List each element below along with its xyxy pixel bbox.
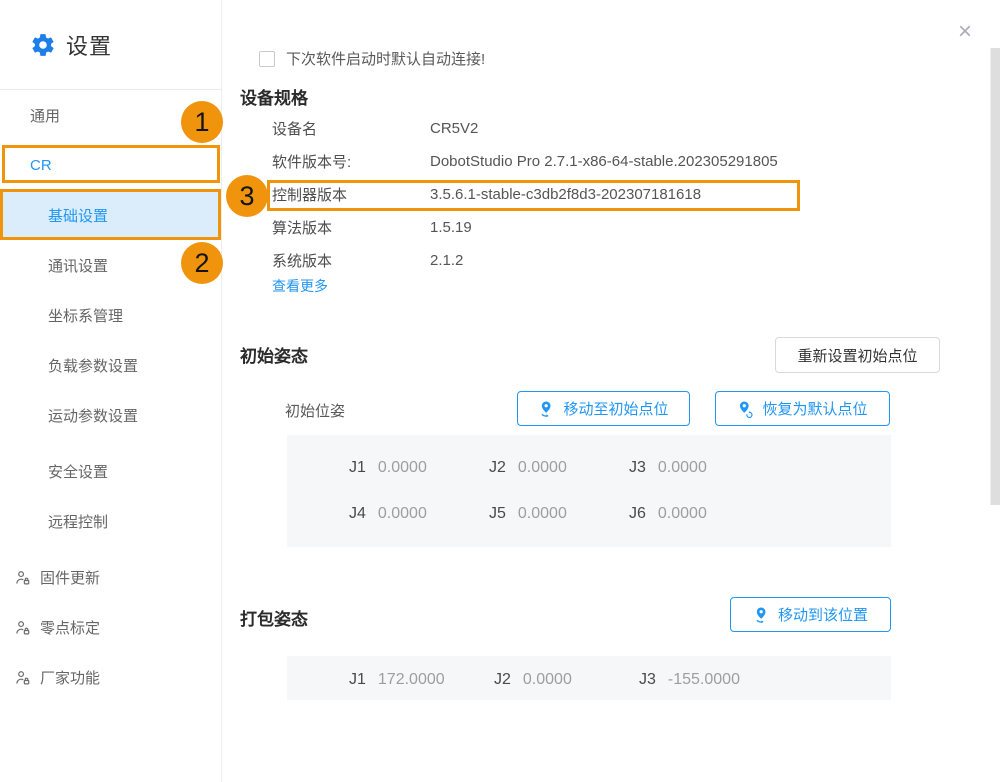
spec-label: 软件版本号: bbox=[272, 151, 430, 172]
user-lock-icon bbox=[14, 669, 31, 686]
sidebar-item-basic-settings[interactable]: 基础设置 bbox=[0, 190, 221, 240]
joint-value: 0.0000 bbox=[523, 671, 572, 689]
initial-pose-label: 初始位姿 bbox=[285, 400, 345, 421]
joint-value: 0.0000 bbox=[518, 459, 567, 477]
sidebar-item-remote-control[interactable]: 远程控制 bbox=[0, 496, 221, 546]
joint-j3: J3 -155.0000 bbox=[639, 671, 784, 689]
sidebar-item-motion-params[interactable]: 运动参数设置 bbox=[0, 390, 221, 440]
joint-name: J3 bbox=[629, 459, 646, 477]
spec-value: CR5V2 bbox=[430, 120, 478, 137]
joint-j6: J6 0.0000 bbox=[629, 505, 769, 523]
joint-j3: J3 0.0000 bbox=[629, 459, 769, 477]
joint-value: 0.0000 bbox=[378, 459, 427, 477]
joint-name: J1 bbox=[349, 459, 366, 477]
spec-label: 设备名 bbox=[272, 118, 430, 139]
sidebar-item-manufacturer-functions[interactable]: 厂家功能 bbox=[0, 652, 221, 702]
joint-value: 0.0000 bbox=[378, 505, 427, 523]
sidebar-item-safety-settings[interactable]: 安全设置 bbox=[0, 446, 221, 496]
spec-value: DobotStudio Pro 2.7.1-x86-64-stable.2023… bbox=[430, 153, 778, 170]
initial-joints-panel: J1 0.0000 J2 0.0000 J3 0.0000 J4 0.0000 bbox=[287, 435, 891, 547]
joint-name: J2 bbox=[494, 671, 511, 689]
pin-arrow-icon bbox=[538, 400, 555, 418]
spec-label: 系统版本 bbox=[272, 250, 430, 271]
move-to-position-button[interactable]: 移动到该位置 bbox=[730, 597, 891, 632]
joint-value: 0.0000 bbox=[658, 505, 707, 523]
reset-initial-point-button[interactable]: 重新设置初始点位 bbox=[775, 337, 940, 373]
joint-j1: J1 172.0000 bbox=[349, 671, 494, 689]
joint-j5: J5 0.0000 bbox=[489, 505, 629, 523]
sidebar-nav: 通用 CR 基础设置 通讯设置 坐标系管理 负载参数设置 运动参数设置 安全设置… bbox=[0, 90, 221, 702]
settings-window: 设置 通用 CR 基础设置 通讯设置 坐标系管理 负载参数设置 运动参数设置 安… bbox=[0, 0, 1000, 782]
sidebar-item-label: 厂家功能 bbox=[40, 667, 100, 688]
spec-value: 3.5.6.1-stable-c3db2f8d3-202307181618 bbox=[430, 186, 701, 203]
move-to-initial-point-button[interactable]: 移动至初始点位 bbox=[517, 391, 690, 426]
user-lock-icon bbox=[14, 619, 31, 636]
joint-name: J3 bbox=[639, 671, 656, 689]
joint-j2: J2 0.0000 bbox=[494, 671, 639, 689]
spec-value: 1.5.19 bbox=[430, 219, 472, 236]
joint-row: J4 0.0000 J5 0.0000 J6 0.0000 bbox=[287, 491, 891, 537]
joint-row: J1 0.0000 J2 0.0000 J3 0.0000 bbox=[287, 445, 891, 491]
pin-refresh-icon bbox=[737, 400, 754, 418]
annotation-badge-1: 1 bbox=[181, 101, 223, 143]
spec-row-software-version: 软件版本号: DobotStudio Pro 2.7.1-x86-64-stab… bbox=[272, 145, 778, 178]
joint-j2: J2 0.0000 bbox=[489, 459, 629, 477]
joint-row: J1 172.0000 J2 0.0000 J3 -155.0000 bbox=[287, 660, 784, 700]
spec-value: 2.1.2 bbox=[430, 252, 463, 269]
sidebar-item-label: 零点标定 bbox=[40, 617, 100, 638]
autoconnect-label: 下次软件启动时默认自动连接! bbox=[286, 48, 485, 69]
button-label: 恢复为默认点位 bbox=[762, 398, 867, 419]
joint-j4: J4 0.0000 bbox=[349, 505, 489, 523]
joint-j1: J1 0.0000 bbox=[349, 459, 489, 477]
joint-name: J1 bbox=[349, 671, 366, 689]
spec-row-algorithm-version: 算法版本 1.5.19 bbox=[272, 211, 778, 244]
joint-name: J4 bbox=[349, 505, 366, 523]
sidebar-item-load-params[interactable]: 负载参数设置 bbox=[0, 340, 221, 390]
restore-default-point-button[interactable]: 恢复为默认点位 bbox=[715, 391, 890, 426]
pin-icon bbox=[753, 606, 770, 624]
joint-value: 172.0000 bbox=[378, 671, 445, 689]
initial-posture-title: 初始姿态 bbox=[240, 342, 308, 367]
joint-value: 0.0000 bbox=[518, 505, 567, 523]
joint-name: J6 bbox=[629, 505, 646, 523]
spec-label: 控制器版本 bbox=[272, 184, 430, 205]
spec-label: 算法版本 bbox=[272, 217, 430, 238]
button-label: 移动至初始点位 bbox=[563, 398, 668, 419]
annotation-badge-2: 2 bbox=[181, 242, 223, 284]
joint-name: J2 bbox=[489, 459, 506, 477]
sidebar-item-coordinate-management[interactable]: 坐标系管理 bbox=[0, 290, 221, 340]
spec-row-device-name: 设备名 CR5V2 bbox=[272, 112, 778, 145]
sidebar-item-cr[interactable]: CR bbox=[0, 140, 221, 190]
packing-posture-title: 打包姿态 bbox=[240, 605, 308, 630]
scrollbar-thumb[interactable] bbox=[990, 48, 1000, 505]
joint-value: 0.0000 bbox=[658, 459, 707, 477]
spec-row-controller-version: 控制器版本 3.5.6.1-stable-c3db2f8d3-202307181… bbox=[272, 178, 778, 211]
close-icon[interactable]: × bbox=[958, 20, 972, 44]
annotation-badge-3: 3 bbox=[226, 175, 268, 217]
autoconnect-checkbox[interactable] bbox=[259, 51, 275, 67]
sidebar-item-label: 固件更新 bbox=[40, 567, 100, 588]
user-lock-icon bbox=[14, 569, 31, 586]
packing-joints-panel: J1 172.0000 J2 0.0000 J3 -155.0000 bbox=[287, 656, 891, 700]
page-title: 设置 bbox=[66, 29, 112, 61]
sidebar-header: 设置 bbox=[0, 0, 221, 90]
gear-icon bbox=[30, 32, 56, 58]
main-content: × 下次软件启动时默认自动连接! 设备规格 设备名 CR5V2 软件版本号: D… bbox=[222, 0, 1000, 782]
device-spec-title: 设备规格 bbox=[240, 84, 308, 109]
button-label: 移动到该位置 bbox=[778, 604, 868, 625]
spec-row-system-version: 系统版本 2.1.2 bbox=[272, 244, 778, 277]
sidebar-item-zero-calibration[interactable]: 零点标定 bbox=[0, 602, 221, 652]
autoconnect-row: 下次软件启动时默认自动连接! bbox=[259, 48, 485, 69]
joint-value: -155.0000 bbox=[668, 671, 740, 689]
joint-name: J5 bbox=[489, 505, 506, 523]
sidebar-item-firmware-update[interactable]: 固件更新 bbox=[0, 552, 221, 602]
view-more-link[interactable]: 查看更多 bbox=[272, 276, 328, 296]
device-spec-table: 设备名 CR5V2 软件版本号: DobotStudio Pro 2.7.1-x… bbox=[272, 112, 778, 277]
